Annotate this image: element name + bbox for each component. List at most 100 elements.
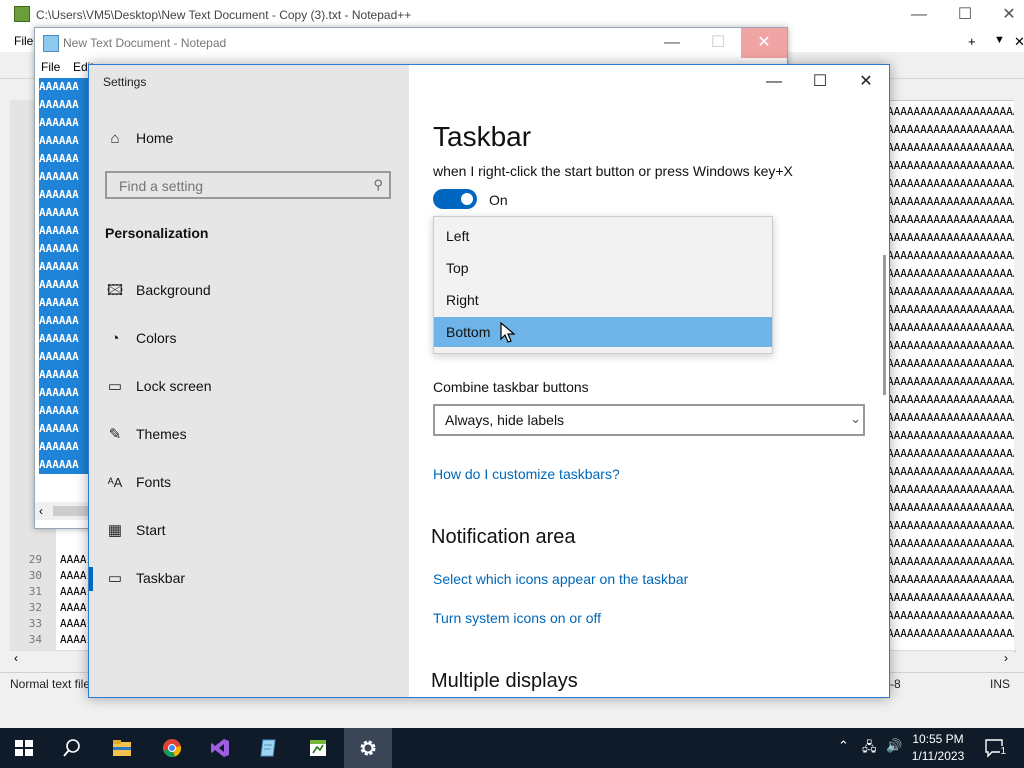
start-button[interactable]	[0, 728, 48, 768]
dropdown-option-left[interactable]: Left	[434, 221, 772, 251]
chevron-up-icon[interactable]: ⌃	[838, 738, 849, 754]
nav-label: Background	[136, 282, 211, 298]
new-tab-icon[interactable]: +	[968, 34, 976, 49]
notepad-menu-file[interactable]: File	[41, 60, 60, 74]
chrome-icon	[163, 739, 182, 758]
selected-line: AAAAAA	[39, 80, 79, 93]
notepad-title-bar[interactable]: New Text Document - Notepad — ☐ ✕	[35, 28, 787, 58]
gear-icon	[360, 740, 376, 756]
npp-close-button[interactable]: ✕	[986, 0, 1024, 30]
lock-screen-icon: ▭	[107, 378, 123, 395]
search-icon[interactable]: ⚲	[373, 177, 383, 193]
nav-home[interactable]: ⌂ Home	[89, 119, 409, 159]
nav-label: Colors	[136, 330, 177, 346]
page-title: Taskbar	[433, 121, 532, 152]
toggle-description: when I right-click the start button or p…	[433, 163, 793, 179]
tab-list-icon[interactable]: ▼	[994, 34, 1005, 46]
editor-text-line: AAAAAAAAAAAAAAAAAAAAAAAAAAAAAAAAAAAAAAAA…	[887, 591, 1015, 604]
dropdown-option-right[interactable]: Right	[434, 285, 772, 315]
nav-themes[interactable]: ✎ Themes	[89, 415, 409, 455]
selected-line: AAAAAA	[39, 422, 79, 435]
selected-line: AAAAAA	[39, 314, 79, 327]
status-encoding: -8	[890, 677, 901, 691]
chrome-button[interactable]	[148, 728, 196, 768]
npp-maximize-button[interactable]: ☐	[942, 0, 988, 30]
dropdown-option-bottom[interactable]: Bottom	[434, 317, 772, 347]
editor-text-line: AAAAAAAAAAAAAAAAAAAAAAAAAAAAAAAAAAAAAAAA…	[887, 105, 1015, 118]
notepad-button[interactable]	[244, 728, 292, 768]
selected-line: AAAAAA	[39, 224, 79, 237]
nav-background[interactable]: 🖾 Background	[89, 271, 409, 311]
editor-text-line: AAAAAAAAAAAAAAAAAAAAAAAAAAAAAAAAAAAAAAAA…	[887, 609, 1015, 622]
network-icon[interactable]: 🖧	[862, 738, 877, 760]
dropdown-option-top[interactable]: Top	[434, 253, 772, 283]
selected-line: AAAAAA	[39, 296, 79, 309]
scroll-left-icon[interactable]: ‹	[14, 651, 18, 665]
settings-taskbar-button[interactable]	[344, 728, 392, 768]
windows-logo-icon	[15, 740, 33, 756]
search-button[interactable]	[48, 728, 96, 768]
editor-text-line: AAAAAAAAAAAAAAAAAAAAAAAAAAAAAAAAAAAAAAAA…	[887, 159, 1015, 172]
customize-taskbars-link[interactable]: How do I customize taskbars?	[433, 466, 620, 482]
npp-close-tab-icon[interactable]: ✕	[1014, 34, 1024, 50]
nav-fonts[interactable]: ᴬA Fonts	[89, 463, 409, 503]
editor-text-line: AAAA	[60, 617, 87, 630]
selected-line: AAAAAA	[39, 206, 79, 219]
powershell-toggle[interactable]	[433, 189, 477, 209]
file-explorer-button[interactable]	[98, 728, 146, 768]
editor-text-line: AAAAAAAAAAAAAAAAAAAAAAAAAAAAAAAAAAAAAAAA…	[887, 429, 1015, 442]
brush-icon: ✎	[108, 426, 122, 443]
editor-text-line: AAAAAAAAAAAAAAAAAAAAAAAAAAAAAAAAAAAAAAAA…	[887, 249, 1015, 262]
multiple-displays-heading: Multiple displays	[431, 670, 578, 692]
notepad-close-button[interactable]: ✕	[741, 28, 787, 58]
selected-line: AAAAAA	[39, 278, 79, 291]
scroll-left-icon[interactable]: ‹	[39, 504, 43, 518]
select-icons-link[interactable]: Select which icons appear on the taskbar	[433, 571, 688, 587]
editor-text-line: AAAAAAAAAAAAAAAAAAAAAAAAAAAAAAAAAAAAAAAA…	[887, 321, 1015, 334]
option-label: Top	[446, 260, 469, 276]
nav-lock-screen[interactable]: ▭ Lock screen	[89, 367, 409, 407]
selected-line: AAAAAA	[39, 188, 79, 201]
palette-icon: ◔	[110, 330, 120, 347]
mouse-cursor-icon	[500, 322, 516, 343]
editor-text-line: AAAAAAAAAAAAAAAAAAAAAAAAAAAAAAAAAAAAAAAA…	[887, 141, 1015, 154]
notepad-maximize-button[interactable]: ☐	[695, 28, 741, 58]
taskbar-location-dropdown[interactable]: Left Top Right Bottom	[433, 216, 773, 354]
combine-buttons-select[interactable]: Always, hide labels ⌄	[433, 404, 865, 436]
nav-label: Start	[136, 522, 166, 538]
npp-minimize-button[interactable]: —	[896, 0, 942, 30]
clock-date[interactable]: 1/11/2023	[908, 749, 968, 763]
selected-line: AAAAAA	[39, 386, 79, 399]
editor-text-line: AAAAAAAAAAAAAAAAAAAAAAAAAAAAAAAAAAAAAAAA…	[887, 393, 1015, 406]
nav-taskbar[interactable]: ▭ Taskbar	[89, 559, 409, 599]
search-input[interactable]	[117, 176, 361, 196]
notepad-plus-plus-button[interactable]	[294, 728, 342, 768]
npp-menu-file[interactable]: File	[14, 34, 33, 48]
editor-text-line: AAAA	[60, 585, 87, 598]
notification-center-button[interactable]: 1	[984, 738, 1006, 758]
notepad-horizontal-scrollbar[interactable]: ‹	[35, 502, 95, 520]
scroll-right-icon[interactable]: ›	[1004, 651, 1008, 665]
clock-time[interactable]: 10:55 PM	[908, 732, 968, 746]
notepad-selected-text[interactable]: AAAAAA AAAAAA AAAAAA AAAAAA AAAAAA AAAAA…	[39, 78, 95, 474]
system-icons-link[interactable]: Turn system icons on or off	[433, 610, 601, 626]
scrollbar-thumb[interactable]	[53, 506, 89, 516]
nav-start[interactable]: ▦ Start	[89, 511, 409, 551]
visual-studio-button[interactable]	[196, 728, 244, 768]
npp-vertical-scrollbar[interactable]	[1014, 100, 1024, 650]
notepad-plus-plus-icon	[14, 6, 30, 22]
volume-icon[interactable]: 🔊	[886, 738, 902, 754]
editor-text-line: AAAA	[60, 633, 87, 646]
editor-text-line: AAAAAAAAAAAAAAAAAAAAAAAAAAAAAAAAAAAAAAAA…	[887, 555, 1015, 568]
combine-buttons-label: Combine taskbar buttons	[433, 379, 589, 395]
editor-text-line: AAAAAAAAAAAAAAAAAAAAAAAAAAAAAAAAAAAAAAAA…	[887, 501, 1015, 514]
selected-line: AAAAAA	[39, 404, 79, 417]
nav-colors[interactable]: ◔ Colors	[89, 319, 409, 359]
search-box[interactable]: ⚲	[105, 171, 391, 199]
editor-text-line: AAAAAAAAAAAAAAAAAAAAAAAAAAAAAAAAAAAAAAAA…	[887, 177, 1015, 190]
notepad-minimize-button[interactable]: —	[649, 28, 695, 58]
main-scrollbar[interactable]	[883, 255, 886, 395]
notepad-plus-plus-title-bar[interactable]: C:\Users\VM5\Desktop\New Text Document -…	[0, 0, 1024, 30]
notepad-plus-plus-icon	[310, 740, 326, 756]
status-insert-mode: INS	[990, 677, 1011, 691]
